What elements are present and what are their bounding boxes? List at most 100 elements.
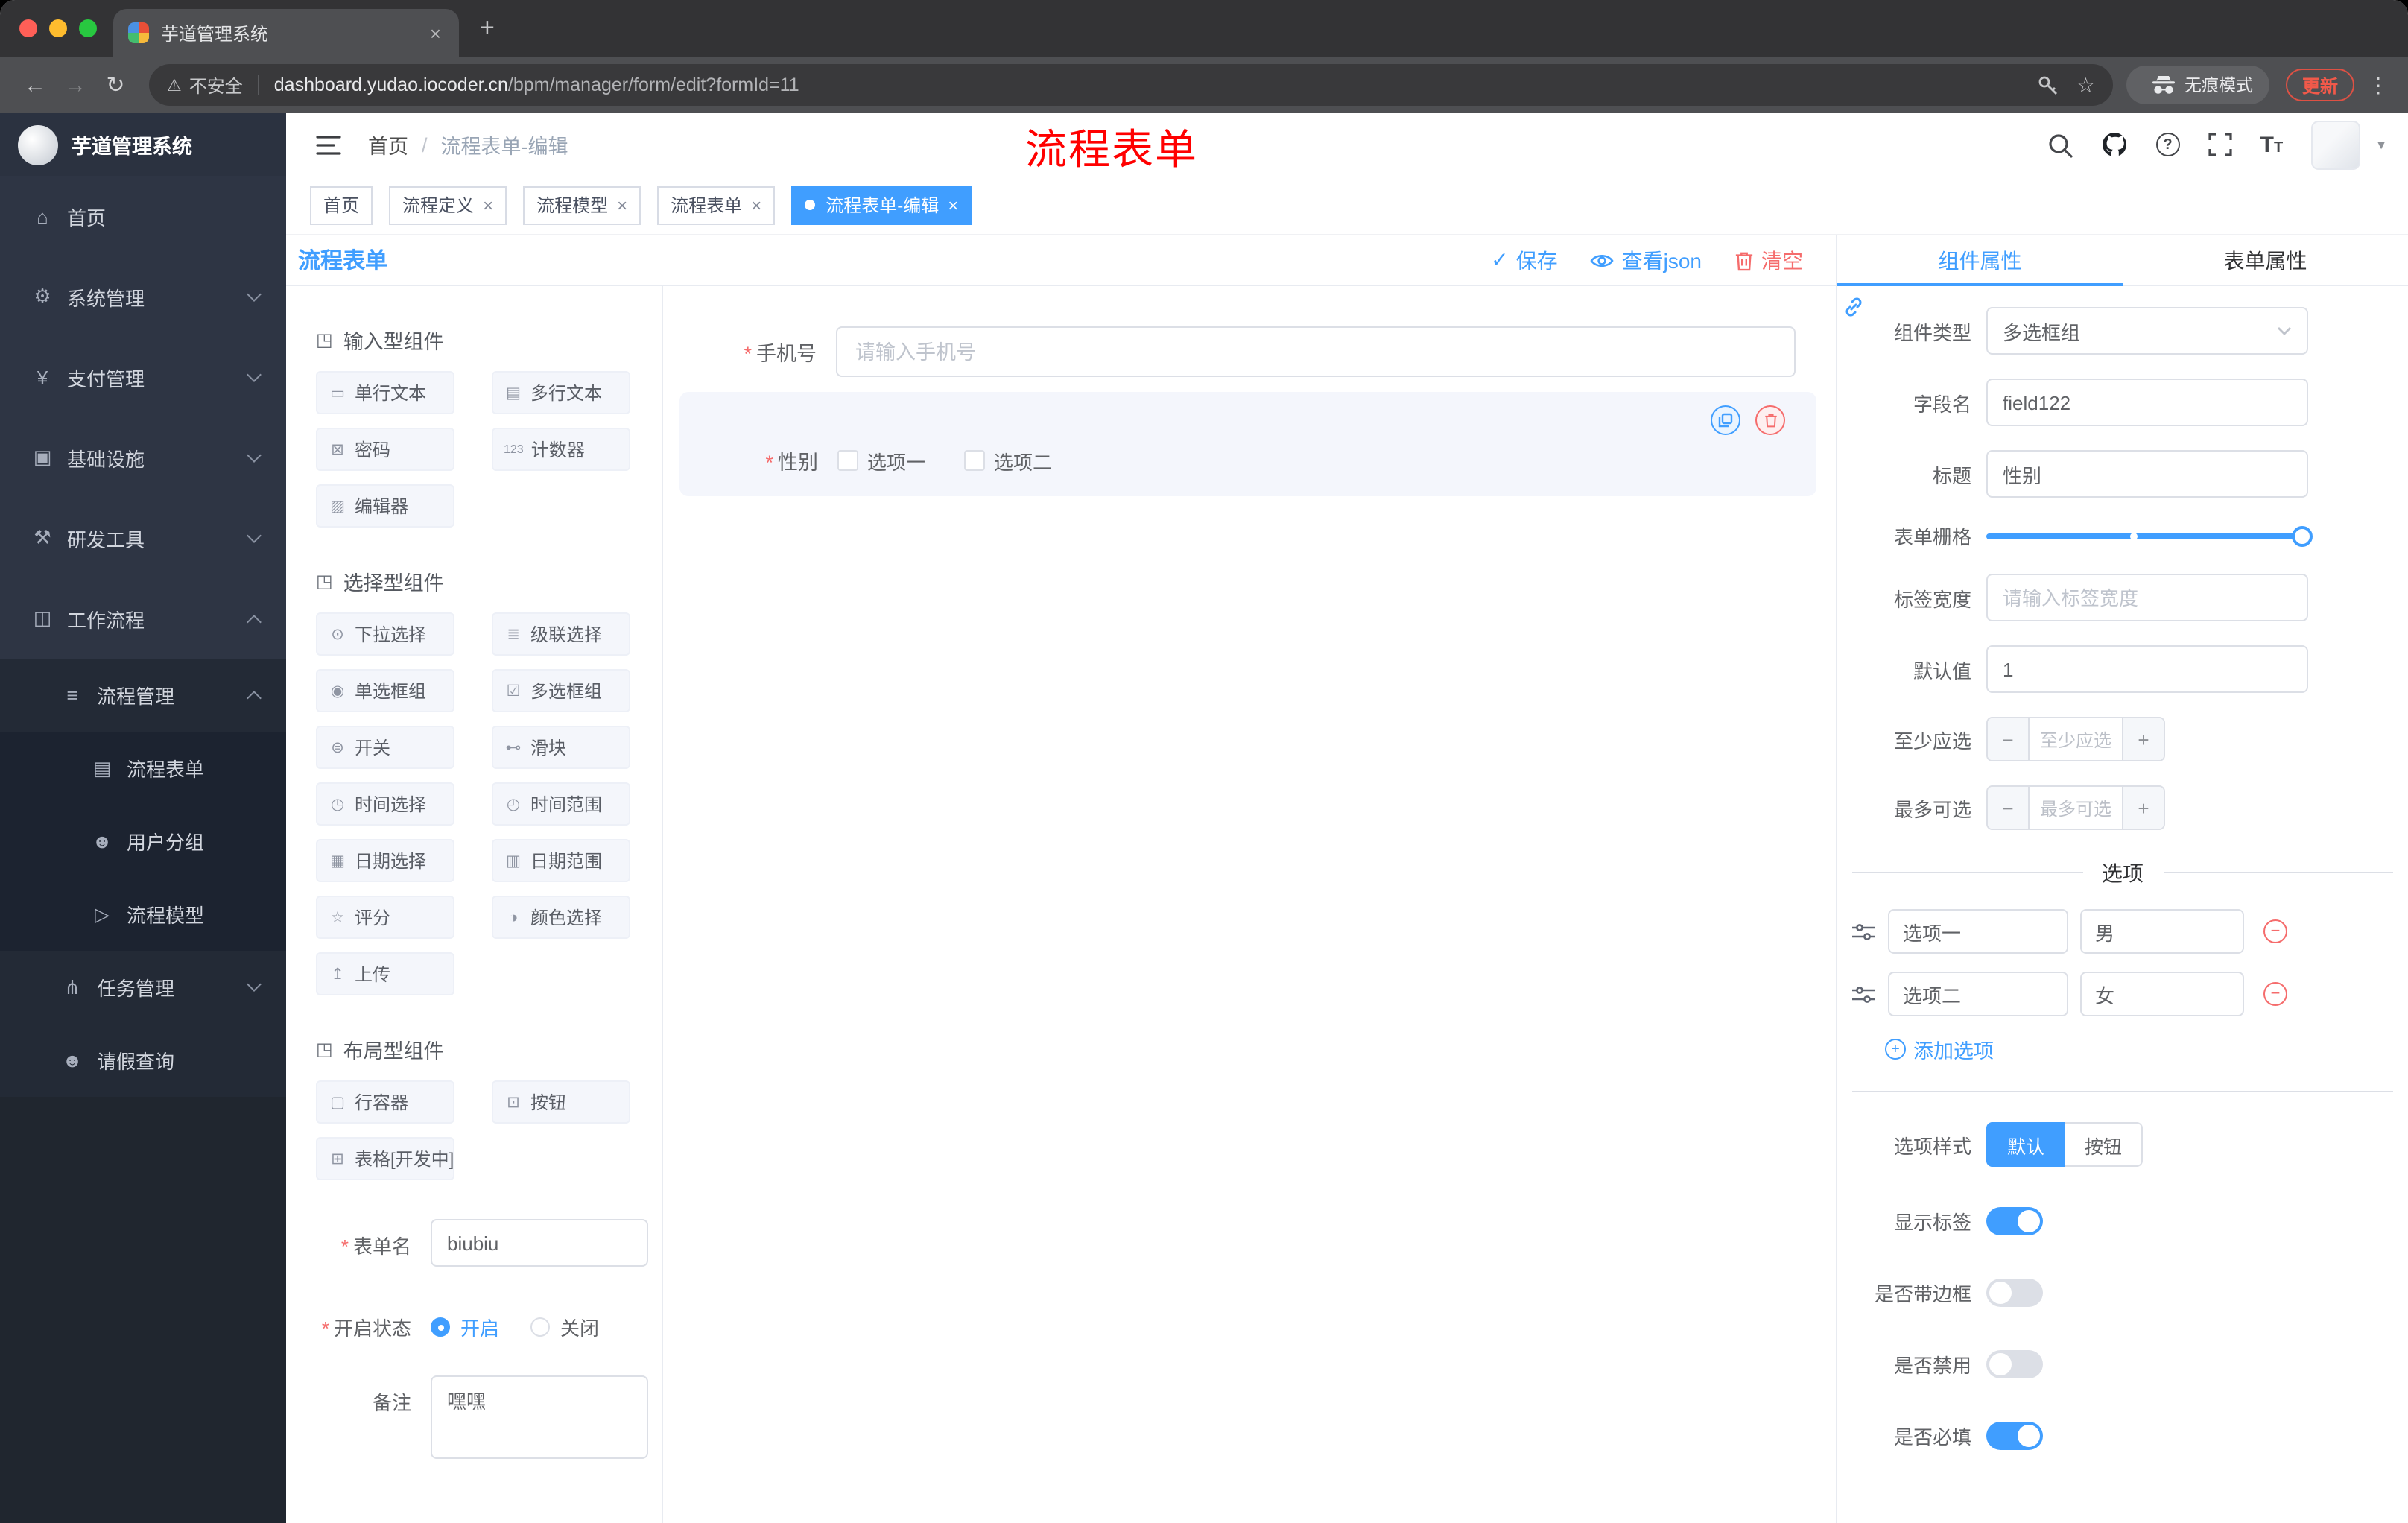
component-chip[interactable]: ↥ 上传 [316, 952, 454, 995]
sidebar-item-user-group[interactable]: ☻ 用户分组 [0, 805, 286, 878]
clear-button[interactable]: 清空 [1734, 245, 1803, 275]
copy-field-button[interactable] [1711, 405, 1740, 435]
style-button-button[interactable]: 按钮 [2065, 1122, 2144, 1167]
component-chip[interactable]: ▨ 编辑器 [316, 484, 454, 528]
selected-field-block[interactable]: * 性别 选项一 选项二 [679, 392, 1816, 496]
component-chip[interactable]: ◉ 单选框组 [316, 669, 454, 712]
component-chip[interactable]: 123 计数器 [492, 428, 630, 471]
remove-option-button[interactable]: − [2263, 919, 2287, 943]
forward-button[interactable]: → [55, 72, 95, 98]
decrease-button[interactable]: − [1988, 718, 2030, 760]
close-icon[interactable]: × [617, 194, 627, 215]
browser-update-button[interactable]: 更新 [2285, 69, 2354, 101]
component-chip[interactable]: ⊠ 密码 [316, 428, 454, 471]
option-label-input[interactable] [1888, 909, 2068, 954]
browser-menu-icon[interactable]: ⋮ [2368, 72, 2389, 98]
slider-handle[interactable] [2292, 525, 2313, 546]
sidebar-item-workflow[interactable]: ◫ 工作流程 [0, 578, 286, 659]
radio-off[interactable] [530, 1317, 551, 1337]
disabled-toggle[interactable] [1986, 1349, 2043, 1378]
field-name-input[interactable] [1986, 379, 2308, 426]
browser-tab[interactable]: 芋道管理系统 × [113, 9, 459, 57]
increase-button[interactable]: + [2122, 787, 2164, 829]
checkbox[interactable] [964, 450, 986, 471]
sidebar-logo[interactable]: 芋道管理系统 [0, 113, 286, 176]
avatar-caret-icon[interactable]: ▼ [2375, 138, 2387, 151]
title-input[interactable] [1986, 450, 2308, 498]
radio-on[interactable] [431, 1317, 450, 1337]
window-close-button[interactable] [19, 19, 37, 37]
user-avatar[interactable] [2311, 120, 2361, 169]
drag-handle-icon[interactable] [1852, 984, 1875, 1004]
component-chip[interactable]: ▦ 日期选择 [316, 839, 454, 882]
menu-collapse-icon[interactable] [316, 133, 341, 156]
component-chip[interactable]: ⊡ 按钮 [492, 1080, 630, 1124]
tab-process-form-edit[interactable]: 流程表单-编辑 × [791, 186, 972, 224]
tab-component-props[interactable]: 组件属性 [1837, 235, 2123, 286]
component-chip[interactable]: ⊞ 表格[开发中] [316, 1137, 454, 1180]
gender-option-1[interactable]: 选项一 [837, 446, 925, 475]
sidebar-item-payment[interactable]: ¥ 支付管理 [0, 337, 286, 417]
new-tab-button[interactable]: + [480, 13, 495, 43]
sidebar-item-process-form[interactable]: ▤ 流程表单 [0, 732, 286, 805]
decrease-button[interactable]: − [1988, 787, 2030, 829]
sidebar-item-leave-query[interactable]: ☻ 请假查询 [0, 1024, 286, 1097]
component-chip[interactable]: ☑ 多选框组 [492, 669, 630, 712]
search-icon[interactable] [2047, 132, 2073, 157]
component-chip[interactable]: ◴ 时间范围 [492, 782, 630, 826]
component-chip[interactable]: ▥ 日期范围 [492, 839, 630, 882]
option-label-input[interactable] [1888, 972, 2068, 1016]
show-label-toggle[interactable] [1986, 1206, 2043, 1235]
sidebar-item-task-management[interactable]: ⋔ 任务管理 [0, 951, 286, 1024]
github-icon[interactable] [2101, 131, 2128, 158]
increase-button[interactable]: + [2122, 718, 2164, 760]
breadcrumb-home[interactable]: 首页 [368, 130, 408, 159]
border-toggle[interactable] [1986, 1278, 2043, 1306]
tab-close-icon[interactable]: × [427, 22, 444, 44]
status-off-label[interactable]: 关闭 [560, 1313, 599, 1341]
min-select-value[interactable]: 至少应选 [2030, 718, 2122, 760]
component-chip[interactable]: ▢ 行容器 [316, 1080, 454, 1124]
back-button[interactable]: ← [15, 72, 55, 98]
delete-field-button[interactable] [1755, 405, 1785, 435]
form-name-input[interactable] [431, 1219, 648, 1267]
component-chip[interactable]: ◑ 颜色选择 [492, 896, 630, 939]
close-icon[interactable]: × [483, 194, 493, 215]
max-select-value[interactable]: 最多可选 [2030, 787, 2122, 829]
sidebar-item-infrastructure[interactable]: ▣ 基础设施 [0, 417, 286, 498]
grid-slider[interactable] [1986, 525, 2313, 546]
sidebar-item-devtools[interactable]: ⚒ 研发工具 [0, 498, 286, 578]
phone-input[interactable] [836, 326, 1796, 377]
component-type-select[interactable]: 多选框组 [1986, 307, 2308, 355]
bookmark-star-icon[interactable]: ☆ [2076, 72, 2095, 98]
save-button[interactable]: ✓ 保存 [1491, 245, 1557, 275]
checkbox[interactable] [837, 450, 858, 471]
drag-handle-icon[interactable] [1852, 922, 1875, 941]
window-zoom-button[interactable] [79, 19, 97, 37]
tab-process-form[interactable]: 流程表单 × [657, 186, 776, 224]
component-chip[interactable]: ⊙ 下拉选择 [316, 612, 454, 656]
sidebar-item-home[interactable]: ⌂ 首页 [0, 176, 286, 256]
tab-process-model[interactable]: 流程模型 × [523, 186, 641, 224]
component-chip[interactable]: ▭ 单行文本 [316, 371, 454, 414]
component-chip[interactable]: ≣ 级联选择 [492, 612, 630, 656]
component-chip[interactable]: ▤ 多行文本 [492, 371, 630, 414]
address-bar[interactable]: ⚠ 不安全 dashboard.yudao.iocoder.cn/bpm/man… [149, 64, 2113, 106]
component-chip[interactable]: ☆ 评分 [316, 896, 454, 939]
window-minimize-button[interactable] [49, 19, 67, 37]
fullscreen-icon[interactable] [2208, 133, 2232, 156]
add-option-button[interactable]: + 添加选项 [1885, 1034, 2396, 1064]
tab-process-definition[interactable]: 流程定义 × [389, 186, 507, 224]
component-chip[interactable]: ⊷ 滑块 [492, 726, 630, 769]
password-key-icon[interactable] [2038, 74, 2060, 96]
sidebar-item-process-management[interactable]: ≡ 流程管理 [0, 659, 286, 732]
view-json-button[interactable]: 查看json [1591, 245, 1702, 275]
font-size-icon[interactable]: TT [2260, 132, 2284, 157]
reload-button[interactable]: ↻ [95, 72, 136, 98]
security-label[interactable]: 不安全 [189, 72, 243, 98]
required-toggle[interactable] [1986, 1421, 2043, 1449]
help-icon[interactable]: ? [2155, 133, 2180, 156]
gender-option-2[interactable]: 选项二 [964, 446, 1052, 475]
url-text[interactable]: dashboard.yudao.iocoder.cn/bpm/manager/f… [274, 75, 799, 95]
style-default-button[interactable]: 默认 [1986, 1122, 2066, 1167]
